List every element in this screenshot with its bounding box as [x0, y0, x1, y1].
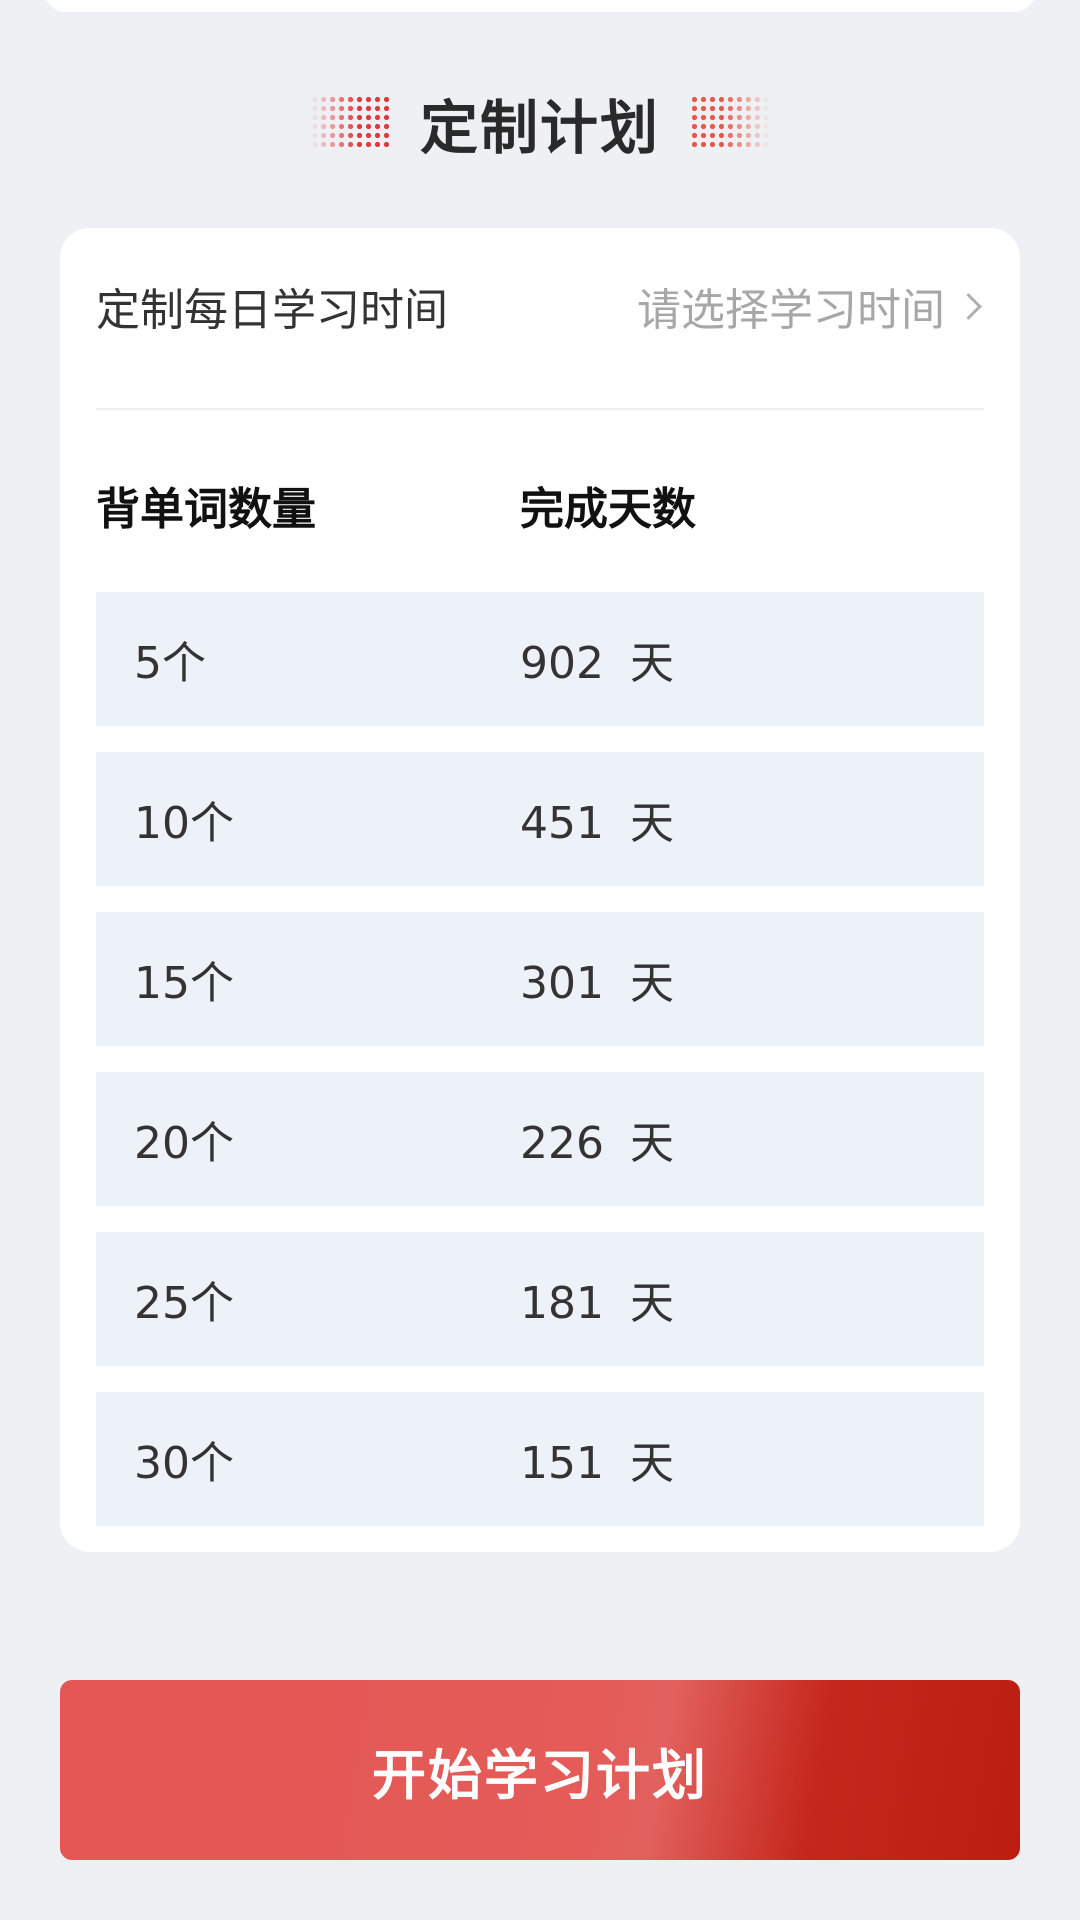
days-cell: 181 天: [520, 1278, 674, 1329]
daily-time-row[interactable]: 定制每日学习时间 请选择学习时间: [96, 256, 984, 356]
word-count-cell: 15个: [134, 958, 234, 1009]
plan-card: 定制每日学习时间 请选择学习时间 背单词数量 完成天数 5个 902 天 10个…: [60, 228, 1020, 1552]
word-count-cell: 25个: [134, 1278, 234, 1329]
start-plan-label: 开始学习计划: [372, 1743, 708, 1807]
days-cell: 451 天: [520, 798, 674, 849]
daily-time-label: 定制每日学习时间: [96, 285, 448, 336]
word-count-cell: 20个: [134, 1118, 234, 1169]
table-row[interactable]: 20个 226 天: [96, 1072, 984, 1206]
days-cell: 902 天: [520, 638, 674, 689]
table-row[interactable]: 25个 181 天: [96, 1232, 984, 1366]
section-header: 定制计划: [0, 78, 1080, 168]
plan-table: 5个 902 天 10个 451 天 15个 301 天 20个 226 天 2…: [96, 592, 984, 1552]
time-picker[interactable]: 请选择学习时间: [637, 274, 984, 338]
time-picker-placeholder[interactable]: 请选择学习时间: [637, 274, 945, 338]
table-row[interactable]: 10个 451 天: [96, 752, 984, 886]
section-title: 定制计划: [419, 94, 660, 162]
table-header: 背单词数量 完成天数: [96, 470, 984, 540]
table-row[interactable]: 5个 902 天: [96, 592, 984, 726]
previous-card-bottom: [44, 0, 1036, 12]
days-cell: 301 天: [520, 958, 674, 1009]
dot-grid-right-icon: [690, 95, 770, 151]
start-plan-button[interactable]: 开始学习计划: [60, 1680, 1020, 1860]
header-word-count: 背单词数量: [96, 484, 316, 535]
word-count-cell: 5个: [134, 638, 206, 689]
word-count-cell: 30个: [134, 1438, 234, 1489]
chevron-right-icon[interactable]: [955, 292, 982, 320]
days-cell: 151 天: [520, 1438, 674, 1489]
header-days: 完成天数: [520, 484, 696, 535]
days-cell: 226 天: [520, 1118, 674, 1169]
word-count-cell: 10个: [134, 798, 234, 849]
dot-grid-left-icon: [309, 95, 390, 151]
divider: [96, 408, 984, 410]
table-row[interactable]: 15个 301 天: [96, 912, 984, 1046]
table-row[interactable]: 30个 151 天: [96, 1392, 984, 1526]
